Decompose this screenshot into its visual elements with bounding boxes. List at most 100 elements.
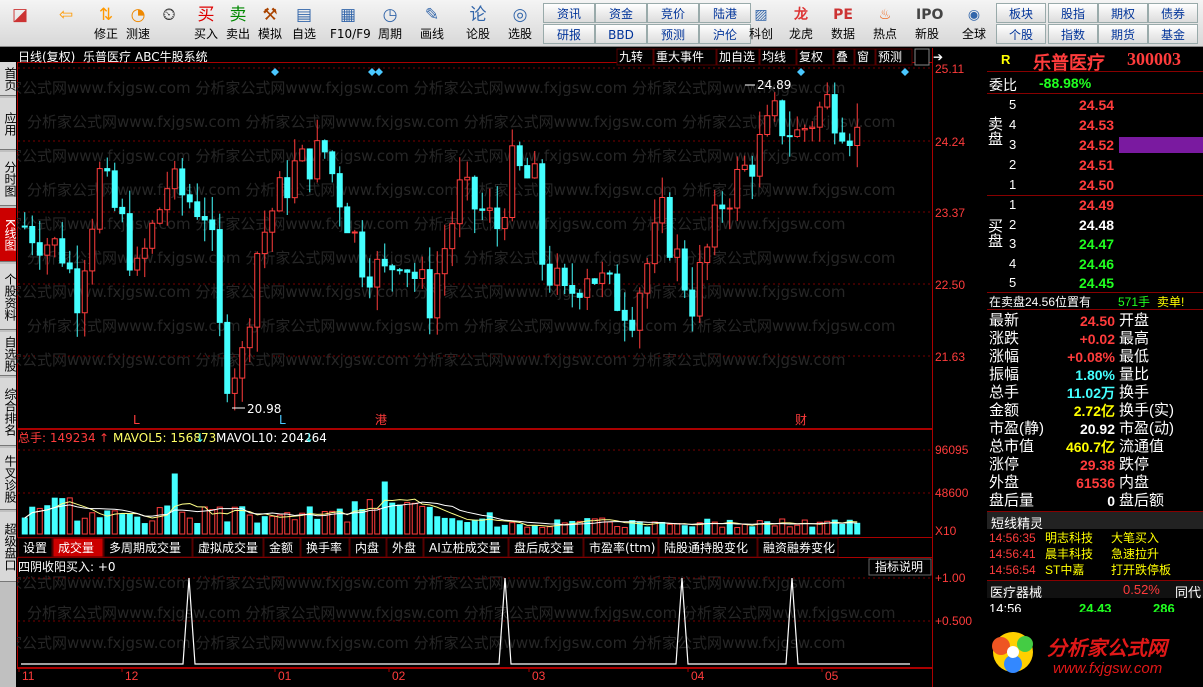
toolbar-fix-button[interactable]: ⇅ 修正	[90, 2, 122, 45]
indicator-tab-5[interactable]: 换手率	[300, 537, 350, 558]
toolbar-small2-0-2[interactable]: 期权	[1098, 3, 1148, 23]
indicator-tab-8[interactable]: AI立桩成交量	[423, 537, 509, 558]
toolbar-alarm-button[interactable]: ⏲	[153, 2, 185, 45]
indicator-tab-9[interactable]: 盘后成交量	[508, 537, 584, 558]
event-mark[interactable]: 财	[795, 413, 807, 427]
chart-btn-0[interactable]: 九转	[616, 48, 654, 66]
event-mark[interactable]: L	[133, 413, 140, 427]
r-badge: R	[1001, 52, 1011, 67]
indicator-tab-4[interactable]: 金额	[263, 537, 301, 558]
chart-btn-6[interactable]: 窗	[854, 48, 876, 66]
lungu-icon: 论	[469, 5, 487, 25]
volume-bar	[21, 517, 28, 535]
price-tick: 22.50	[935, 278, 965, 292]
toolbar-sell-button[interactable]: 卖卖出	[220, 2, 256, 45]
toolbar-small-0-1[interactable]: 资金	[595, 3, 647, 23]
toolbar-self-label: 自选	[291, 27, 316, 41]
toolbar-longhu-button[interactable]: 龙龙虎	[782, 2, 820, 45]
bid-row[interactable]: 3 24.47	[987, 235, 1203, 253]
left-tab-0[interactable]: 首页	[0, 62, 17, 96]
left-tab-3[interactable]: K线图	[0, 208, 17, 262]
watermark: 分析家公式网www.fxjgsw.com 分析家公式网www.fxjgsw.co…	[17, 574, 846, 592]
k-line-chart[interactable]: 25.11 24.24 23.37 22.50 21.63 分析家公式网www.fxjgs…	[0, 48, 986, 687]
chart-btn-3[interactable]: 均线	[759, 48, 797, 66]
volume-bar	[194, 523, 201, 535]
toolbar-small-0-0[interactable]: 资讯	[543, 3, 595, 23]
home-icon: ◪	[11, 5, 29, 25]
indicator-tab-0[interactable]: 设置	[17, 537, 53, 558]
indicator-tab-12[interactable]: 融资融券变化	[757, 537, 839, 558]
left-tab-7[interactable]: 牛叉诊股	[0, 448, 17, 510]
volume-bar	[89, 512, 96, 535]
toolbar-shuju-button[interactable]: PE 数据	[824, 2, 862, 45]
ask-row[interactable]: 1 24.50	[987, 176, 1203, 194]
toolbar-global-button[interactable]: ◉ 全球	[955, 2, 993, 45]
left-tab-5[interactable]: 自选股	[0, 332, 17, 376]
ask-row[interactable]: 2 24.51	[987, 156, 1203, 174]
toolbar-pick-button[interactable]: ◎ 选股	[502, 2, 538, 45]
bid-row[interactable]: 4 24.46	[987, 255, 1203, 273]
bid-row[interactable]: 1 24.49	[987, 196, 1203, 214]
toolbar-home-button[interactable]: ◪	[4, 2, 36, 45]
sector-name[interactable]: 医疗器械	[990, 582, 1042, 601]
bid-row[interactable]: 2 24.48	[987, 216, 1203, 234]
indicator-tab-1[interactable]: 成交量	[52, 537, 104, 558]
short-line-row[interactable]: 14:56:54 ST中嘉 打开跌停板	[987, 562, 1203, 580]
left-tab-6[interactable]: 综合排名	[0, 378, 17, 446]
ask-row[interactable]: 4 24.53	[987, 116, 1203, 134]
ask-row[interactable]: 5 24.54	[987, 96, 1203, 114]
toolbar-small-0-2[interactable]: 竞价	[647, 3, 699, 23]
chart-btn-5[interactable]: 叠	[833, 48, 855, 66]
ask-row[interactable]: 3 24.52	[987, 136, 1203, 154]
toolbar-small2-1-3[interactable]: 基金	[1148, 24, 1198, 44]
left-tab-8[interactable]: 超级盘口	[0, 512, 17, 582]
toolbar-redian-button[interactable]: ♨ 热点	[866, 2, 904, 45]
toolbar-small-1-1[interactable]: BBD	[595, 24, 647, 44]
left-tab-4[interactable]: 个股资料	[0, 264, 17, 330]
stat-label-2: 换手	[1119, 384, 1150, 401]
indicator-tab-6[interactable]: 内盘	[349, 537, 387, 558]
toolbar-small-1-2[interactable]: 预测	[647, 24, 699, 44]
indicator-tab-3[interactable]: 虚拟成交量	[192, 537, 264, 558]
chart-btn-1[interactable]: 重大事件	[653, 48, 717, 66]
toolbar-small2-1-2[interactable]: 期货	[1098, 24, 1148, 44]
toolbar-small2-0-1[interactable]: 股指	[1048, 3, 1098, 23]
toolbar-small2-1-0[interactable]: 个股	[996, 24, 1046, 44]
toolbar-xingu-button[interactable]: IPO 新股	[908, 2, 946, 45]
indicator-tab-10[interactable]: 市盈率(ttm)	[583, 537, 659, 558]
chart-btn-2[interactable]: 加自选	[716, 48, 760, 66]
chart-btn-7[interactable]: 预测	[875, 48, 913, 66]
short-stock: 明志科技	[1045, 531, 1094, 545]
indicator-tab-2[interactable]: 多周期成交量	[103, 537, 193, 558]
short-time: 14:56:35	[989, 531, 1036, 545]
event-mark[interactable]: 港	[375, 413, 387, 427]
left-tab-2[interactable]: 分时图	[0, 152, 17, 206]
lock-icon[interactable]	[914, 48, 930, 66]
indicator-tab-7[interactable]: 外盘	[386, 537, 424, 558]
toolbar-draw-button[interactable]: ✎ 画线	[414, 2, 450, 45]
k-line-chart-area[interactable]: 25.11 24.24 23.37 22.50 21.63 分析家公式网www.fxjgs…	[0, 48, 986, 687]
toolbar-test-button[interactable]: ◔ 测速	[122, 2, 154, 45]
toolbar-period-button[interactable]: ◷ 周期	[372, 2, 408, 45]
toolbar-small2-1-1[interactable]: 指数	[1048, 24, 1098, 44]
toolbar-back-button[interactable]: ⇦	[50, 2, 82, 45]
toolbar-sim-button[interactable]: ⚒ 模拟	[252, 2, 288, 45]
arrow-right-icon[interactable]: ➔	[933, 50, 943, 64]
toolbar-small2-0-0[interactable]: 板块	[996, 3, 1046, 23]
toolbar-small-1-0[interactable]: 研报	[543, 24, 595, 44]
toolbar-small2-0-3[interactable]: 债券	[1148, 3, 1198, 23]
volume-bar	[389, 502, 396, 535]
chart-btn-4[interactable]: 复权	[796, 48, 834, 66]
toolbar-self-button[interactable]: ▤ 自选	[286, 2, 322, 45]
left-tab-1[interactable]: 应用	[0, 98, 17, 150]
short-stock: ST中嘉	[1045, 563, 1085, 577]
event-mark[interactable]: L	[279, 413, 286, 427]
bid-row[interactable]: 5 24.45	[987, 274, 1203, 292]
short-time: 14:56:54	[989, 563, 1036, 577]
toolbar-buy-button[interactable]: 买买入	[188, 2, 224, 45]
toolbar-kechuang-button[interactable]: ▨ 科创	[742, 2, 780, 45]
toolbar-f10-button[interactable]: ▦ F10/F9	[330, 2, 371, 45]
indicator-help-button[interactable]: 指标说明	[868, 558, 932, 576]
indicator-tab-11[interactable]: 陆股通持股变化	[658, 537, 758, 558]
toolbar-lungu-button[interactable]: 论论股	[460, 2, 496, 45]
